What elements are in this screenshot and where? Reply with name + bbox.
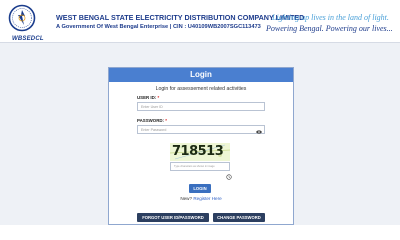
- user-id-label: USER ID: *: [137, 95, 159, 100]
- password-label: PASSWORD: *: [137, 118, 167, 123]
- register-link[interactable]: Register Here: [193, 196, 221, 201]
- required-mark: *: [165, 118, 167, 123]
- tagline-secondary: Powering Bengal. Powering our lives...: [266, 24, 393, 33]
- wbsedcl-logo: WBSEDCL: [6, 4, 44, 42]
- user-id-input[interactable]: Enter User ID: [137, 102, 265, 111]
- new-user-text: New?: [180, 196, 193, 201]
- company-subtitle: A Government Of West Bengal Enterprise |…: [56, 24, 261, 30]
- login-title: Login: [190, 70, 212, 79]
- logo-emblem-icon: [8, 4, 36, 32]
- captcha-text: 718513: [172, 144, 224, 159]
- forgot-credentials-button[interactable]: FORGOT USER ID/PASSWORD: [137, 213, 209, 222]
- eye-icon[interactable]: [256, 130, 262, 134]
- user-id-label-text: USER ID:: [137, 95, 158, 100]
- tagline-primary: Lighting up lives in the land of light.: [272, 13, 389, 22]
- login-card-header: Login: [109, 68, 293, 82]
- login-card: Login Login for assessement related acti…: [108, 67, 294, 225]
- change-password-button[interactable]: CHANGE PASSWORD: [213, 213, 265, 222]
- captcha-input[interactable]: Type characters as shown in image: [170, 162, 230, 171]
- refresh-icon[interactable]: [226, 174, 232, 180]
- register-prompt: New? Register Here: [109, 196, 293, 201]
- company-name: WEST BENGAL STATE ELECTRICITY DISTRIBUTI…: [56, 13, 305, 22]
- page: WBSEDCL WEST BENGAL STATE ELECTRICITY DI…: [0, 0, 400, 225]
- login-button[interactable]: LOGIN: [189, 184, 211, 193]
- login-subtitle: Login for assessement related activities: [155, 86, 247, 92]
- required-mark: *: [157, 95, 160, 100]
- password-input[interactable]: Enter Password: [137, 125, 265, 134]
- password-label-text: PASSWORD:: [137, 118, 166, 123]
- site-header: WBSEDCL WEST BENGAL STATE ELECTRICITY DI…: [0, 0, 400, 42]
- captcha-image: 718513: [170, 143, 230, 161]
